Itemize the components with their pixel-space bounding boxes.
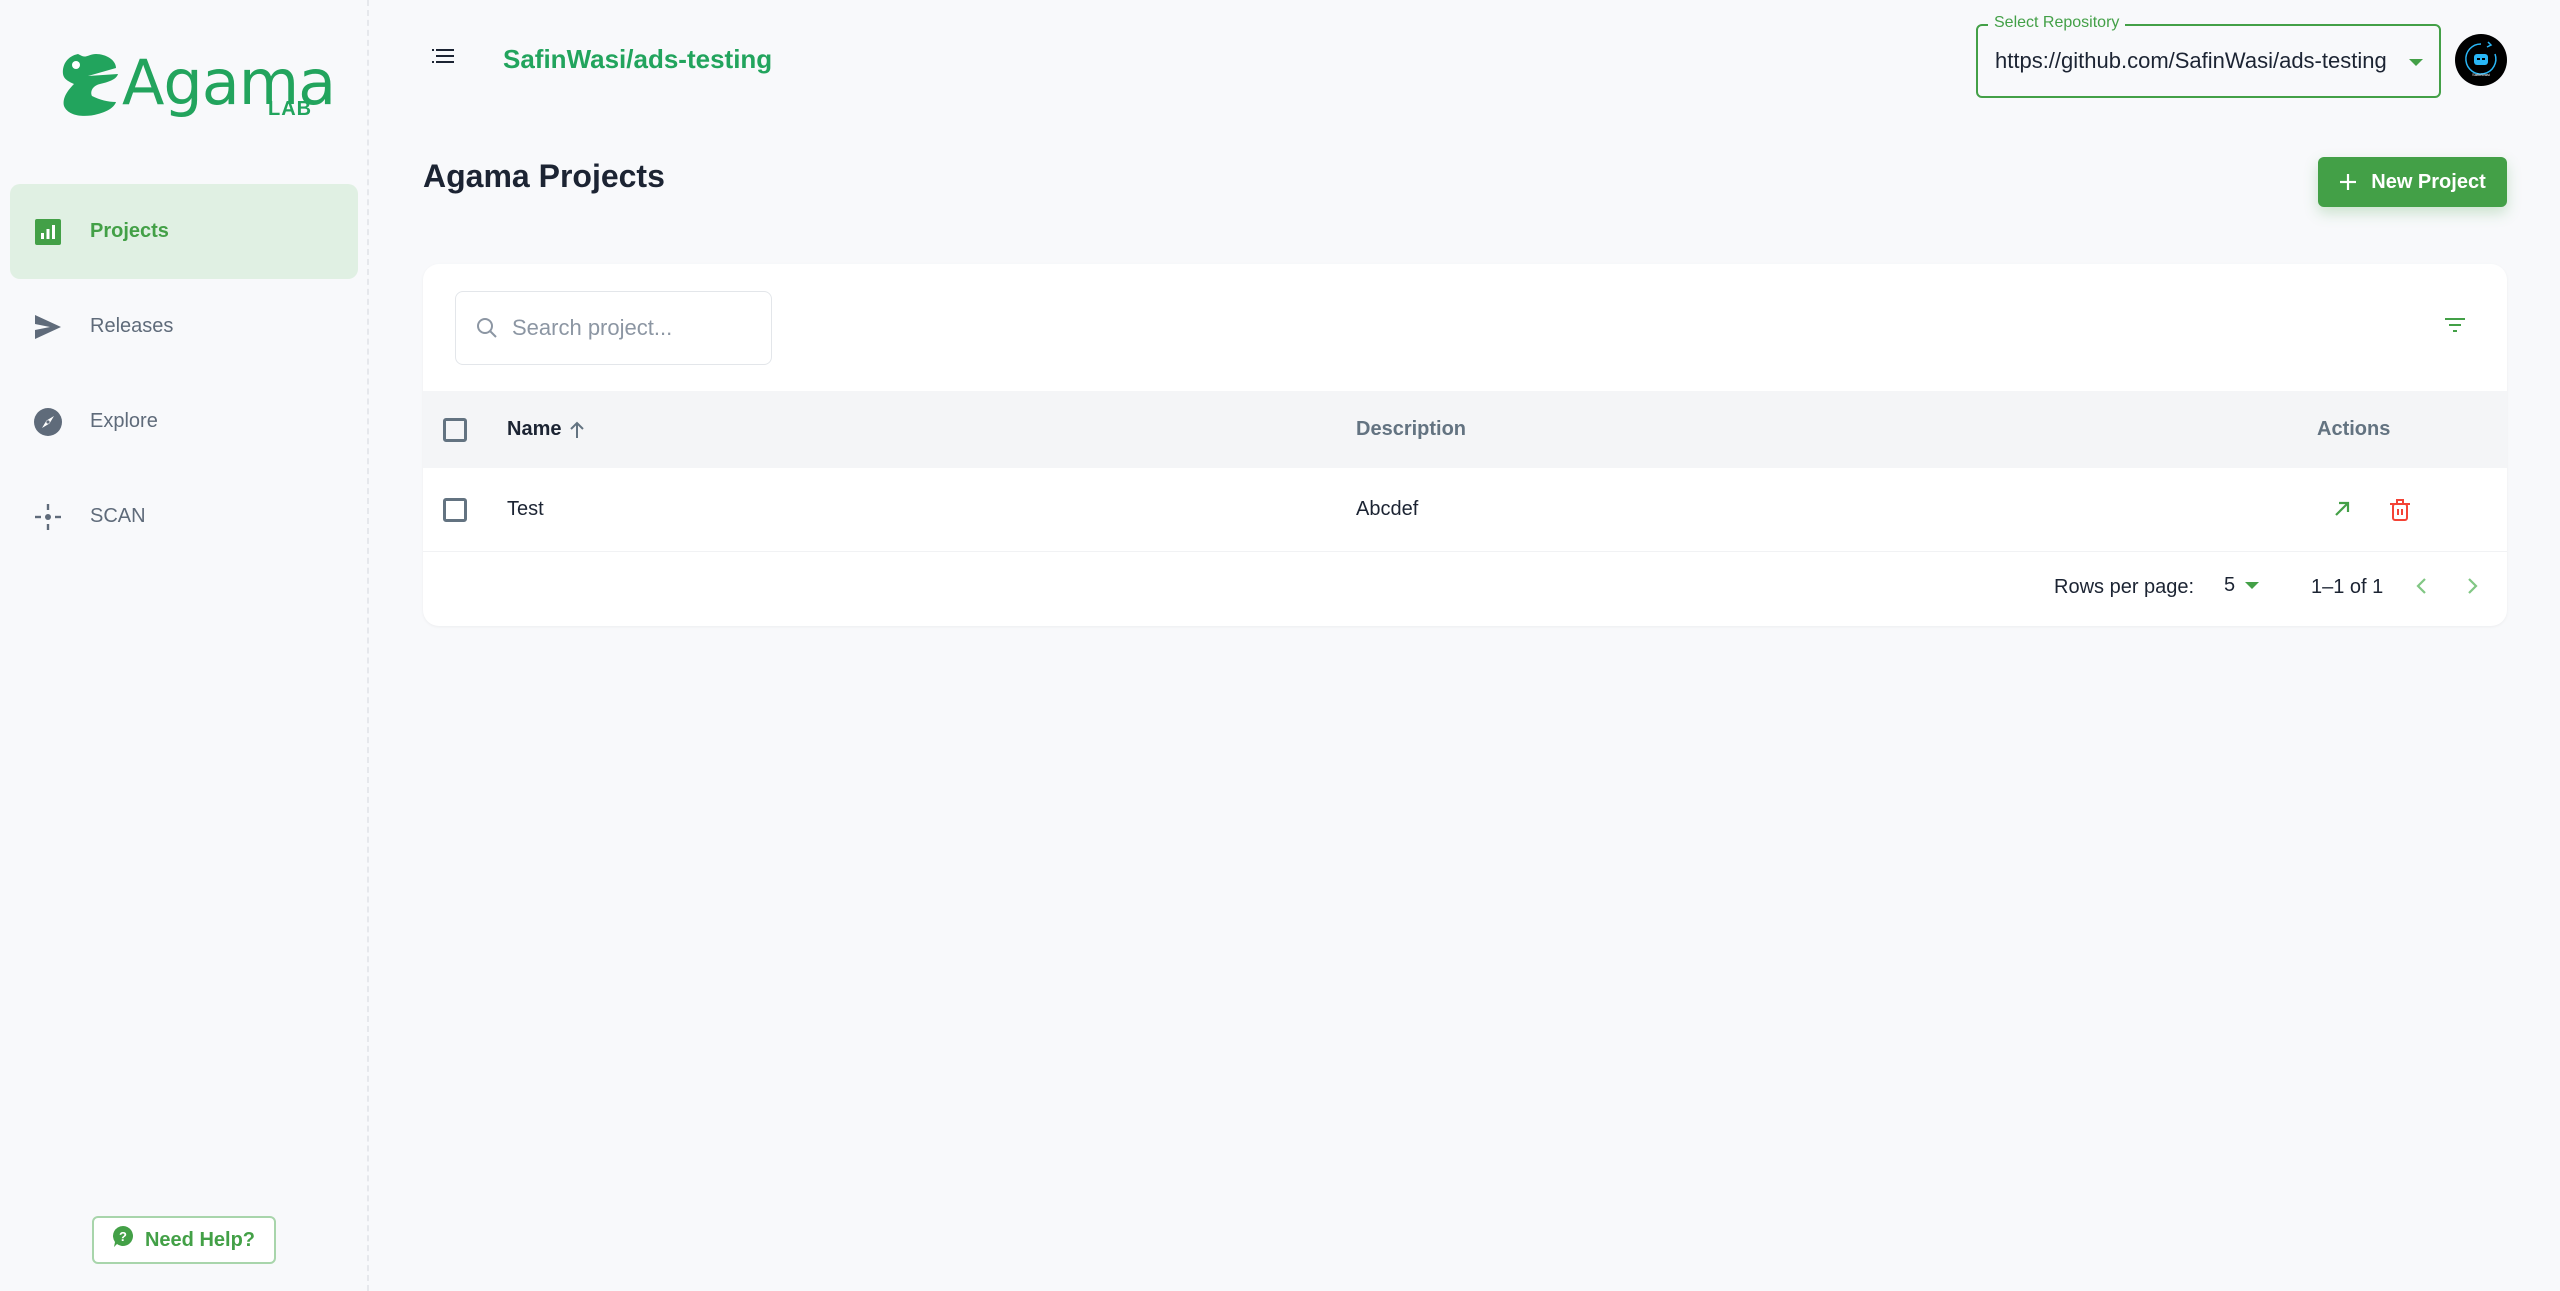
trash-icon [2390,498,2410,521]
svg-text:SafinWasi: SafinWasi [2472,72,2490,77]
project-description: Abcdef [1356,498,1419,520]
search-icon [477,318,497,338]
agama-lizard-icon [62,54,118,116]
sidebar-item-explore[interactable]: Explore [10,374,358,469]
sidebar-item-projects[interactable]: Projects [10,184,358,279]
agama-lab-logo[interactable]: Agama LAB [60,46,336,125]
plus-icon [2340,174,2357,190]
help-icon: ? [112,1226,133,1254]
menu-icon [432,49,454,63]
chevron-down-icon [2409,59,2423,66]
sidebar: Agama LAB Projects Releases Explore SCAN… [0,0,369,1291]
sidebar-nav: Projects Releases Explore SCAN [10,184,358,564]
sidebar-item-label: SCAN [90,505,146,527]
need-help-label: Need Help? [144,1228,256,1251]
crosshair-icon [34,503,62,531]
user-avatar-icon: SafinWasi [2465,41,2497,77]
need-help-button[interactable]: ? Need Help? [92,1216,276,1264]
send-icon [34,313,62,341]
chevron-left-icon [2416,578,2426,594]
open-project-button[interactable] [2331,498,2355,522]
brand-sub: LAB [268,98,313,120]
row-checkbox[interactable] [443,497,467,522]
repo-title: SafinWasi/ads-testing [503,44,773,74]
search-input[interactable] [512,315,752,341]
delete-project-button[interactable] [2389,498,2413,522]
filter-icon [2445,318,2465,332]
menu-toggle-button[interactable] [432,48,462,74]
arrow-up-right-icon [2335,501,2350,516]
next-page-button[interactable] [2466,574,2480,604]
project-name: Test [507,498,544,520]
table-row: Test Abcdef [423,468,2507,552]
filter-button[interactable] [2445,316,2467,336]
rows-per-page-label: Rows per page: [2054,576,2195,598]
sidebar-item-label: Releases [90,315,174,337]
projects-table-card: Name Description Actions Test Abcdef Row… [423,264,2507,626]
chevron-down-icon [2245,582,2260,589]
column-header-name[interactable]: Name [507,418,585,441]
page-title: Agama Projects [423,158,665,194]
sidebar-item-scan[interactable]: SCAN [10,469,358,564]
column-header-description: Description [1356,418,1467,440]
bar-chart-icon [34,218,62,246]
chevron-right-icon [2468,578,2478,594]
table-header: Name Description Actions [423,391,2507,468]
new-project-label: New Project [2371,170,2486,193]
sidebar-item-releases[interactable]: Releases [10,279,358,374]
sort-ascending-icon [570,421,585,438]
sidebar-item-label: Explore [90,410,158,432]
selected-repository-value: https://github.com/SafinWasi/ads-testing [1995,48,2387,73]
previous-page-button[interactable] [2414,574,2428,604]
pagination: Rows per page: 5 1–1 of 1 [423,574,2507,604]
new-project-button[interactable]: New Project [2318,157,2507,207]
select-repository-dropdown[interactable]: Select Repository https://github.com/Saf… [1976,14,2441,98]
compass-icon [34,407,62,436]
column-header-actions: Actions [2317,418,2391,440]
search-field[interactable] [455,291,772,365]
sidebar-item-label: Projects [90,220,169,242]
select-all-checkbox[interactable] [443,417,467,442]
select-repository-label: Select Repository [1988,14,2126,32]
pagination-range: 1–1 of 1 [2311,576,2384,598]
rows-per-page-select[interactable]: 5 [2224,574,2260,597]
avatar[interactable]: SafinWasi [2455,34,2507,86]
svg-text:?: ? [119,1229,127,1244]
